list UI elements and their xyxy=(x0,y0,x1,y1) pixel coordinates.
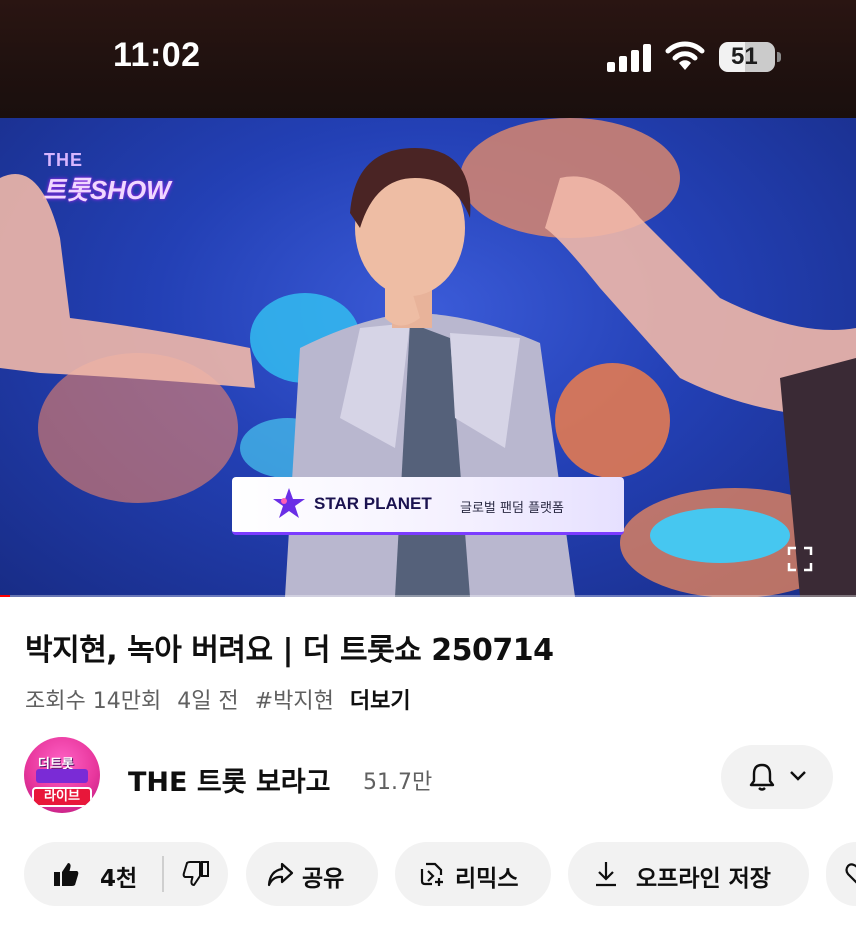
heart-icon xyxy=(845,863,856,884)
status-bar: 11:02 51 xyxy=(0,0,856,118)
download-icon xyxy=(596,862,616,887)
like-dislike-button[interactable]: 4천 xyxy=(24,842,228,906)
like-divider xyxy=(162,856,164,892)
chevron-down-icon xyxy=(790,771,806,781)
battery-icon: 51 xyxy=(719,42,775,72)
battery-nub xyxy=(777,52,781,62)
banner-tagline: 글로벌 팬덤 플랫폼 xyxy=(460,501,564,516)
banner-name: STAR PLANET xyxy=(314,494,432,513)
remix-label: 리믹스 xyxy=(455,866,519,892)
battery-level: 51 xyxy=(731,43,758,70)
hashtag-link[interactable]: #박지현 xyxy=(255,683,334,715)
signal-icon xyxy=(607,44,651,72)
view-count: 조회수 14만회 xyxy=(25,689,162,714)
share-button[interactable]: 공유 xyxy=(246,842,378,906)
thumbs-up-icon[interactable] xyxy=(52,860,80,888)
remix-icon xyxy=(420,862,443,886)
channel-name[interactable]: THE 트롯 보라고 xyxy=(128,760,330,799)
status-time: 11:02 xyxy=(113,36,201,74)
video-player[interactable]: THE 트롯SHOW STAR PLANET 글로벌 팬덤 플랫폼 xyxy=(0,118,856,597)
avatar-badge: 라이브 xyxy=(32,787,92,807)
avatar-stripe xyxy=(36,769,88,783)
channel-avatar[interactable]: 더트롯 라이브 xyxy=(24,737,100,813)
share-label: 공유 xyxy=(302,866,345,892)
offline-label: 오프라인 저장 xyxy=(636,866,771,892)
more-link[interactable]: 더보기 xyxy=(350,683,411,715)
star-icon xyxy=(273,488,305,518)
like-count: 4천 xyxy=(100,866,138,892)
video-info-panel: 박지현, 녹아 버려요 | 더 트롯쇼 250714 조회수 14만회 4일 전… xyxy=(0,597,856,931)
offline-save-button[interactable]: 오프라인 저장 xyxy=(568,842,809,906)
remix-button[interactable]: 리믹스 xyxy=(395,842,551,906)
thumbs-down-icon[interactable] xyxy=(182,860,210,888)
more-actions-button[interactable] xyxy=(826,842,856,906)
upload-age: 4일 전 xyxy=(177,689,239,714)
fullscreen-icon[interactable] xyxy=(787,546,813,572)
wifi-icon xyxy=(665,41,705,70)
video-title[interactable]: 박지현, 녹아 버려요 | 더 트롯쇼 250714 xyxy=(25,625,554,669)
subscriber-count: 51.7만 xyxy=(363,770,433,795)
share-icon xyxy=(267,862,294,887)
bell-icon xyxy=(749,763,775,791)
video-meta[interactable]: 조회수 14만회 4일 전 #박지현 더보기 xyxy=(25,683,411,715)
notification-button[interactable] xyxy=(721,745,833,809)
star-planet-banner: STAR PLANET 글로벌 팬덤 플랫폼 xyxy=(232,477,624,535)
